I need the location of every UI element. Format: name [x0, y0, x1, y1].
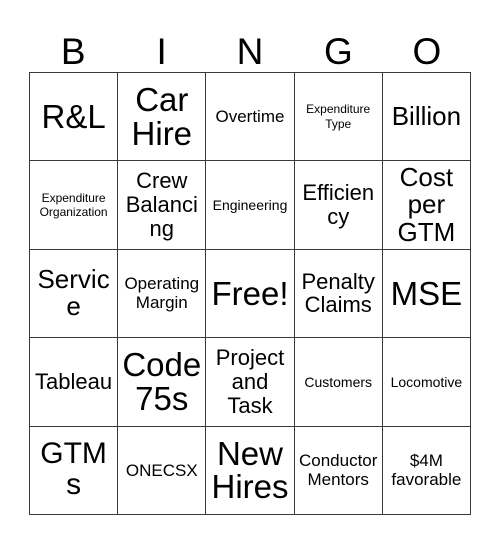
- bingo-cell[interactable]: Car Hire: [118, 73, 207, 162]
- bingo-cell-label: Locomotive: [390, 373, 463, 390]
- bingo-cell-label: Project and Task: [215, 345, 285, 418]
- bingo-cell-label: Code 75s: [122, 346, 202, 417]
- bingo-header-letter-i: I: [156, 31, 167, 72]
- bingo-cell[interactable]: Service: [30, 249, 119, 339]
- bingo-cell[interactable]: GTMs: [30, 426, 119, 515]
- bingo-cell[interactable]: Code 75s: [118, 338, 207, 427]
- bingo-cell[interactable]: Cost per GTM: [382, 161, 471, 250]
- bingo-cell-label: Cost per GTM: [397, 162, 456, 247]
- bingo-cell-label: Customers: [304, 373, 373, 390]
- bingo-cell-label: Operating Margin: [124, 274, 200, 313]
- bingo-cell-label: MSE: [390, 274, 463, 312]
- bingo-cell-label: Crew Balancing: [125, 168, 198, 241]
- bingo-cell[interactable]: Tableau: [30, 338, 119, 427]
- bingo-cell-label: $4M favorable: [391, 451, 462, 490]
- bingo-cell-label: Billion: [391, 101, 462, 132]
- bingo-cell[interactable]: Engineering: [206, 161, 295, 250]
- bingo-cell-label: Efficiency: [302, 180, 375, 230]
- bingo-cell[interactable]: Conductor Mentors: [294, 426, 383, 515]
- bingo-cell-label: Penalty Claims: [301, 268, 375, 318]
- bingo-cell-label: GTMs: [40, 437, 107, 502]
- bingo-cell[interactable]: Project and Task: [206, 338, 295, 427]
- bingo-cell[interactable]: Penalty Claims: [294, 249, 383, 339]
- bingo-cell-label: R&L: [41, 97, 106, 135]
- bingo-cell[interactable]: Crew Balancing: [118, 161, 207, 250]
- bingo-cell[interactable]: ONECSX: [118, 426, 207, 515]
- bingo-cell[interactable]: Customers: [294, 338, 383, 427]
- bingo-cell[interactable]: Overtime: [206, 73, 295, 162]
- bingo-cell[interactable]: Expenditure Organization: [30, 161, 119, 250]
- bingo-header-letter-b: B: [60, 31, 86, 72]
- bingo-cell[interactable]: Operating Margin: [118, 249, 207, 339]
- bingo-cell[interactable]: Locomotive: [382, 338, 471, 427]
- bingo-cell-label: ONECSX: [125, 460, 198, 480]
- bingo-cell[interactable]: $4M favorable: [382, 426, 471, 515]
- bingo-cell[interactable]: Billion: [382, 73, 471, 162]
- bingo-card: B I N G O R&L Car Hire Overtime Expenditure…: [0, 0, 500, 544]
- bingo-header-letter-o: O: [412, 31, 442, 72]
- bingo-cell-label: Expenditure Type: [306, 102, 371, 131]
- bingo-cell-label: Free!: [211, 274, 289, 312]
- bingo-cell-label: Overtime: [215, 107, 285, 127]
- bingo-cell[interactable]: Expenditure Type: [294, 73, 383, 162]
- bingo-cell-label: Tableau: [35, 369, 113, 395]
- bingo-header: B I N G O: [29, 18, 471, 72]
- bingo-free-space[interactable]: Free!: [206, 249, 295, 339]
- bingo-cell[interactable]: New Hires: [206, 426, 295, 515]
- bingo-cell[interactable]: Efficiency: [294, 161, 383, 250]
- bingo-cell-label: Car Hire: [131, 81, 193, 152]
- bingo-header-letter-n: N: [236, 31, 264, 72]
- bingo-cell-label: Engineering: [212, 196, 288, 213]
- bingo-cell-label: Expenditure Organization: [39, 190, 108, 220]
- bingo-cell-label: Service: [37, 264, 110, 322]
- bingo-cell-label: New Hires: [211, 434, 289, 506]
- bingo-cell-label: Conductor Mentors: [298, 451, 378, 490]
- bingo-header-letter-g: G: [324, 31, 353, 72]
- bingo-grid: R&L Car Hire Overtime Expenditure Type Billi…: [29, 72, 471, 515]
- bingo-cell[interactable]: MSE: [382, 249, 471, 339]
- bingo-cell[interactable]: R&L: [30, 73, 119, 162]
